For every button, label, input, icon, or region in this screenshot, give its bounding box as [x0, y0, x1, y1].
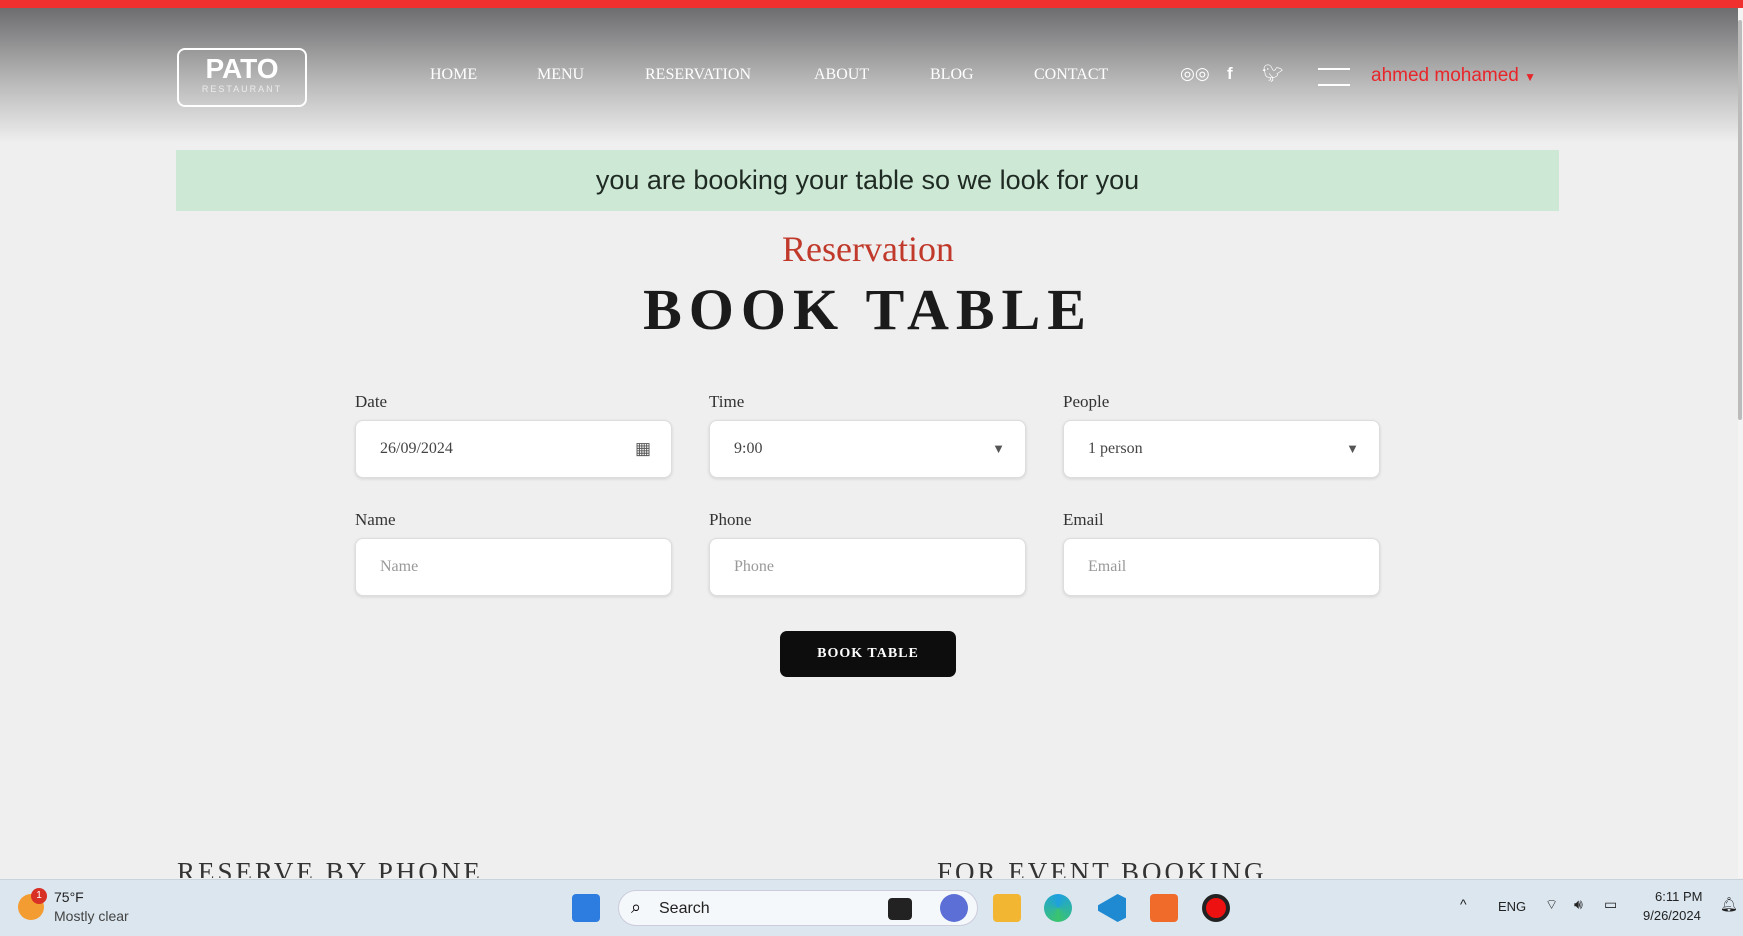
people-select[interactable]: 1 person ▼: [1063, 420, 1380, 478]
chevron-down-icon: ▼: [992, 441, 1005, 456]
book-table-button[interactable]: BOOK TABLE: [780, 631, 956, 677]
notifications-icon[interactable]: 🔔︎: [1720, 896, 1738, 913]
time-value: 9:00: [734, 440, 763, 457]
nav-blog[interactable]: BLOG: [930, 66, 974, 84]
twitter-icon[interactable]: 🐦︎: [1262, 64, 1284, 84]
calendar-icon[interactable]: ▦: [635, 421, 651, 477]
volume-icon[interactable]: 🔊︎: [1574, 896, 1583, 913]
edge-browser-icon[interactable]: [1044, 894, 1072, 922]
time-label: Time: [709, 392, 745, 411]
reserve-by-phone-heading: RESERVE BY PHONE: [177, 857, 483, 878]
date-label: Date: [355, 392, 388, 411]
name-input[interactable]: Name: [355, 538, 672, 596]
windows-start-icon[interactable]: [572, 894, 600, 922]
date-input[interactable]: 26/09/2024 ▦: [355, 420, 672, 478]
teams-icon[interactable]: [940, 894, 968, 922]
nav-about[interactable]: ABOUT: [814, 66, 869, 84]
chevron-down-icon: ▼: [1346, 441, 1359, 456]
user-menu[interactable]: ahmed mohamed ▼: [1371, 65, 1536, 87]
tripadvisor-icon[interactable]: ◎◎: [1180, 64, 1210, 84]
recorder-icon[interactable]: [1202, 894, 1230, 922]
weather-desc: Mostly clear: [54, 908, 129, 924]
page-title: BOOK TABLE: [643, 277, 1093, 342]
chevron-up-icon[interactable]: ^: [1460, 896, 1467, 912]
logo[interactable]: PATO RESTAURANT: [177, 48, 307, 107]
nav-contact[interactable]: CONTACT: [1034, 66, 1108, 84]
clock-time[interactable]: 6:11 PM: [1655, 889, 1702, 904]
date-value: 26/09/2024: [380, 440, 453, 457]
facebook-icon[interactable]: f: [1227, 64, 1233, 84]
xampp-icon[interactable]: [1150, 894, 1178, 922]
people-value: 1 person: [1088, 440, 1143, 457]
language-indicator[interactable]: ENG: [1498, 899, 1526, 914]
battery-icon[interactable]: ▭: [1604, 896, 1617, 913]
phone-input[interactable]: Phone: [709, 538, 1026, 596]
info-alert: you are booking your table so we look fo…: [176, 150, 1559, 211]
time-select[interactable]: 9:00 ▼: [709, 420, 1026, 478]
caret-down-icon: ▼: [1524, 70, 1537, 84]
email-label: Email: [1063, 510, 1104, 529]
taskbar-search[interactable]: ⌕ Search: [618, 890, 978, 926]
nav-home[interactable]: HOME: [430, 66, 477, 84]
network-icon[interactable]: ⌔: [1545, 896, 1558, 914]
people-label: People: [1063, 392, 1110, 411]
top-accent-bar: [0, 0, 1743, 8]
event-booking-heading: FOR EVENT BOOKING: [937, 857, 1267, 878]
nav-menu[interactable]: MENU: [537, 66, 584, 84]
file-explorer-icon[interactable]: [993, 894, 1021, 922]
phone-label: Phone: [709, 510, 752, 529]
nav-reservation[interactable]: RESERVATION: [645, 66, 751, 84]
notification-badge: 1: [31, 888, 47, 904]
section-subtitle: Reservation: [782, 229, 954, 269]
taskbar: 1 75°F Mostly clear ⌕ Search ^ ENG ⌔ 🔊︎ …: [0, 879, 1743, 936]
vscode-icon[interactable]: [1098, 894, 1126, 922]
search-icon: ⌕: [631, 897, 642, 917]
user-name: ahmed mohamed: [1371, 65, 1519, 86]
scrollbar-thumb[interactable]: [1738, 20, 1742, 420]
clock-date[interactable]: 9/26/2024: [1643, 908, 1701, 923]
hamburger-menu-icon[interactable]: [1318, 68, 1350, 86]
email-input[interactable]: Email: [1063, 538, 1380, 596]
terminal-icon[interactable]: [888, 898, 912, 920]
search-label: Search: [659, 900, 710, 917]
name-label: Name: [355, 510, 396, 529]
weather-temp: 75°F: [54, 889, 84, 905]
